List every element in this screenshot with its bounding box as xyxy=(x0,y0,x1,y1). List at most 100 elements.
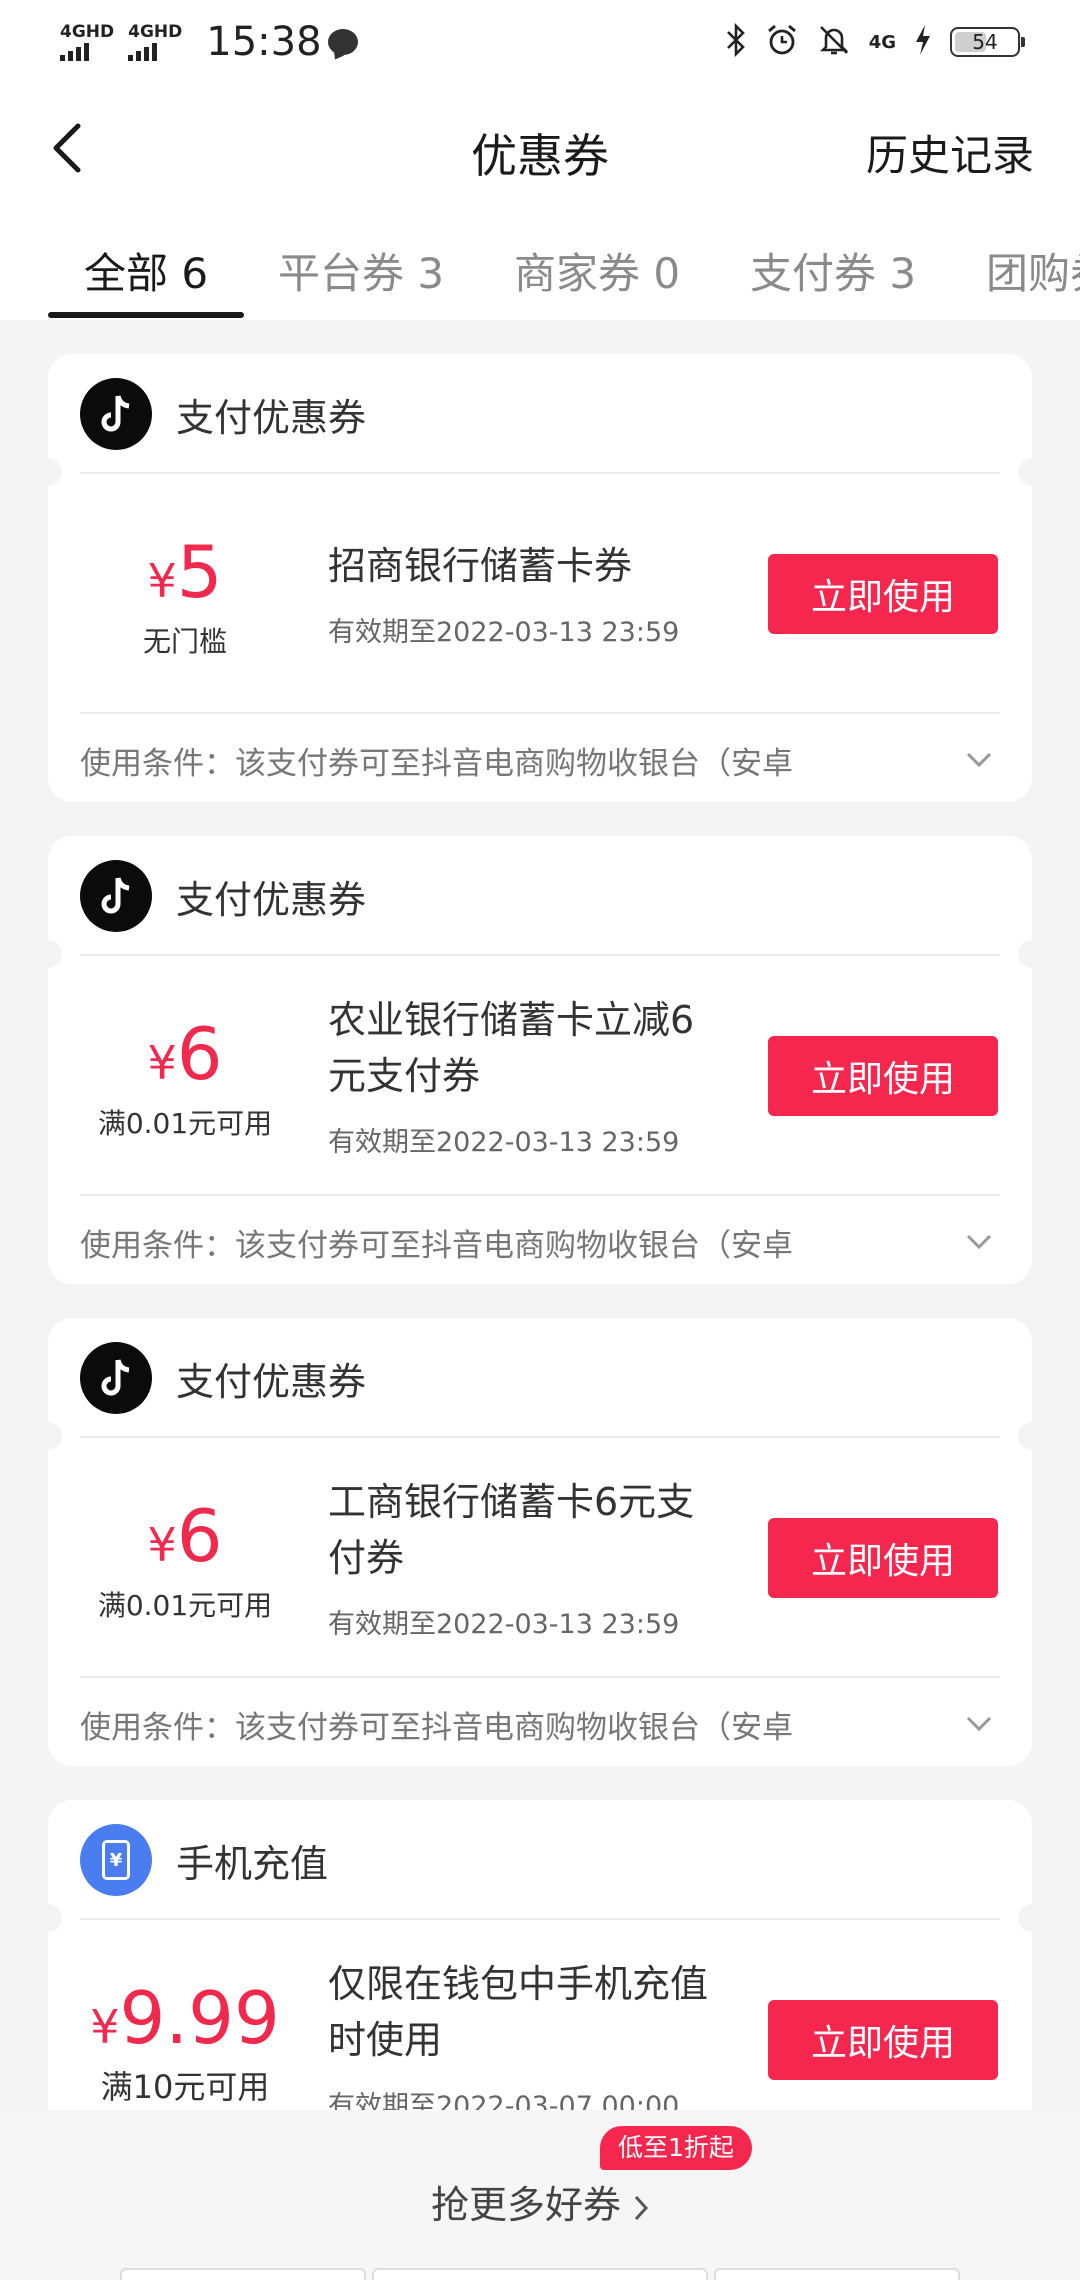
use-now-button[interactable]: 立即使用 xyxy=(768,1518,998,1598)
tab-group-buy[interactable]: 团购券 xyxy=(986,240,1080,301)
ticket-notch xyxy=(1018,1904,1046,1932)
coupon-expiry: 有效期至2022-03-13 23:59 xyxy=(328,1127,680,1158)
coupon-threshold: 满0.01元可用 xyxy=(97,1589,273,1622)
coupon-card-header: ¥ 手机充值 xyxy=(80,1824,328,1896)
coupon-card: 支付优惠券 ¥5 无门槛 招商银行储蓄卡券 有效期至2022-03-13 23:… xyxy=(34,354,1046,802)
coupon-type-label: 支付优惠券 xyxy=(176,395,367,440)
douyin-logo-icon xyxy=(80,860,152,932)
ticket-notch xyxy=(34,940,62,968)
coupon-card-header: 支付优惠券 xyxy=(80,860,366,932)
coupon-amount: ¥9.99 xyxy=(80,1976,290,2060)
ticket-notch xyxy=(1018,458,1046,486)
signal-1-icon: 4GHD xyxy=(60,23,114,61)
charging-bolt-icon xyxy=(914,24,932,61)
coupon-type-label: 支付优惠券 xyxy=(176,877,367,922)
coupon-type-label: 手机充值 xyxy=(176,1841,329,1886)
more-coupons-label: 抢更多好券 xyxy=(430,2183,621,2227)
coupon-name-line: 付券 xyxy=(328,1536,405,1580)
ticket-notch xyxy=(1018,940,1046,968)
coupon-name-line: 元支付券 xyxy=(328,1054,481,1098)
coupon-card-header: 支付优惠券 xyxy=(80,378,366,450)
divider xyxy=(80,1676,1000,1678)
tab-all[interactable]: 全部 6 xyxy=(84,240,208,301)
header-bar: 优惠券 历史记录 xyxy=(0,84,1080,210)
coupon-expiry: 有效期至2022-03-13 23:59 xyxy=(328,617,680,648)
history-button[interactable]: 历史记录 xyxy=(866,122,1034,183)
coupon-type-label: 支付优惠券 xyxy=(176,1359,367,1404)
expand-chevron-icon[interactable] xyxy=(966,752,992,768)
network-4g-label: 4G xyxy=(868,31,896,53)
usage-conditions[interactable]: 使用条件：该支付券可至抖音电商购物收银台（安卓 xyxy=(80,738,793,783)
chevron-right-icon xyxy=(634,2195,649,2220)
battery-icon: 54 xyxy=(950,27,1025,57)
bluetooth-icon xyxy=(725,22,747,62)
coupon-amount: ¥6 xyxy=(80,1012,290,1096)
coupon-card: ¥ 手机充值 ¥9.99 满10元可用 仅限在钱包中手机充值 时使用 有效期至2… xyxy=(34,1800,1046,2122)
coupon-expiry: 有效期至2022-03-13 23:59 xyxy=(328,1609,680,1640)
douyin-logo-icon xyxy=(80,1342,152,1414)
battery-percent: 54 xyxy=(972,30,998,54)
usage-conditions[interactable]: 使用条件：该支付券可至抖音电商购物收银台（安卓 xyxy=(80,1220,793,1265)
signal-1-label: 4GHD xyxy=(60,22,115,42)
amount-value: 9.99 xyxy=(119,1976,280,2060)
coupon-card-header: 支付优惠券 xyxy=(80,1342,366,1414)
use-now-button[interactable]: 立即使用 xyxy=(768,554,998,634)
coupon-threshold: 无门槛 xyxy=(142,625,227,658)
coupon-tabs: 全部 6 平台券 3 商家券 0 支付券 3 团购券 xyxy=(0,210,1080,320)
tab-payment[interactable]: 支付券 3 xyxy=(750,240,916,301)
coupon-card: 支付优惠券 ¥6 满0.01元可用 工商银行储蓄卡6元支 付券 有效期至2022… xyxy=(34,1318,1046,1766)
coupon-name: 工商银行储蓄卡6元支 付券 xyxy=(328,1474,768,1586)
amount-value: 5 xyxy=(176,530,223,614)
coupon-card: 支付优惠券 ¥6 满0.01元可用 农业银行储蓄卡立减6 元支付券 有效期至20… xyxy=(34,836,1046,1284)
currency-symbol: ¥ xyxy=(147,1518,177,1572)
mute-bell-icon xyxy=(817,23,851,62)
tab-merchant[interactable]: 商家券 0 xyxy=(514,240,680,301)
status-bar: 4GHD 4GHD 15:38 4G 54 xyxy=(0,0,1080,84)
phone-recharge-icon: ¥ xyxy=(80,1824,152,1896)
douyin-logo-icon xyxy=(80,378,152,450)
currency-symbol: ¥ xyxy=(147,1036,177,1090)
amount-value: 6 xyxy=(176,1494,223,1578)
coupon-name-line: 农业银行储蓄卡立减6 xyxy=(328,998,695,1042)
coupon-name-line: 仅限在钱包中手机充值 xyxy=(328,1962,709,2006)
ticket-notch xyxy=(34,1422,62,1450)
currency-symbol: ¥ xyxy=(90,2000,120,2054)
message-notification-icon xyxy=(327,29,358,55)
status-time: 15:38 xyxy=(206,19,322,65)
bottom-nav-stubs xyxy=(120,2268,960,2280)
use-now-button[interactable]: 立即使用 xyxy=(768,2000,998,2080)
ticket-notch xyxy=(1018,1422,1046,1450)
coupon-amount: ¥6 xyxy=(80,1494,290,1578)
expand-chevron-icon[interactable] xyxy=(966,1234,992,1250)
signal-2-icon: 4GHD xyxy=(128,23,182,61)
ticket-notch xyxy=(34,1904,62,1932)
coupon-amount: ¥5 xyxy=(80,530,290,614)
divider xyxy=(80,1194,1000,1196)
ticket-notch xyxy=(34,458,62,486)
active-tab-indicator xyxy=(48,312,244,318)
expand-chevron-icon[interactable] xyxy=(966,1716,992,1732)
tab-platform[interactable]: 平台券 3 xyxy=(278,240,444,301)
usage-conditions[interactable]: 使用条件：该支付券可至抖音电商购物收银台（安卓 xyxy=(80,1702,793,1747)
divider xyxy=(80,472,1000,474)
divider xyxy=(80,712,1000,714)
signal-2-label: 4GHD xyxy=(128,22,183,42)
divider xyxy=(80,1918,1000,1920)
coupon-threshold: 满0.01元可用 xyxy=(97,1107,273,1140)
coupon-name-line: 时使用 xyxy=(328,2018,443,2062)
coupon-name: 仅限在钱包中手机充值 时使用 xyxy=(328,1956,768,2068)
currency-symbol: ¥ xyxy=(147,554,177,608)
bottom-bar: 低至1折起 抢更多好券 xyxy=(0,2110,1080,2280)
divider xyxy=(80,1436,1000,1438)
use-now-button[interactable]: 立即使用 xyxy=(768,1036,998,1116)
more-coupons-link[interactable]: 抢更多好券 xyxy=(0,2174,1080,2229)
coupon-threshold: 满10元可用 xyxy=(100,2068,270,2106)
promo-badge: 低至1折起 xyxy=(600,2126,752,2170)
coupon-name-line: 工商银行储蓄卡6元支 xyxy=(328,1480,695,1524)
coupon-name-line: 招商银行储蓄卡券 xyxy=(328,544,633,588)
amount-value: 6 xyxy=(176,1012,223,1096)
coupon-name: 农业银行储蓄卡立减6 元支付券 xyxy=(328,992,768,1104)
coupon-name: 招商银行储蓄卡券 xyxy=(328,538,768,594)
divider xyxy=(80,954,1000,956)
alarm-clock-icon xyxy=(765,23,799,62)
